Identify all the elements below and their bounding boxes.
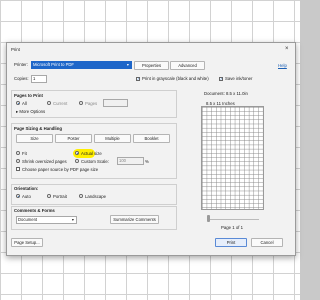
comments-select-value: Document [18,217,38,222]
actual-size-radio[interactable] [75,151,79,155]
portrait-radio[interactable] [47,194,51,198]
help-link[interactable]: Help [278,63,287,68]
custom-scale-input[interactable]: 100 [117,157,144,165]
grayscale-checkbox[interactable]: ✓ [136,77,140,81]
choose-paper-label: Choose paper source by PDF page size [22,166,99,172]
printer-select-value: Microsoft Print to PDF [33,62,74,67]
orientation-heading: Orientation: [14,186,39,191]
pages-radio[interactable] [79,101,83,105]
shrink-radio[interactable] [16,159,20,163]
all-pages-label: All [22,100,27,106]
percent-label: % [145,158,149,164]
page-indicator: Page 1 of 1 [221,225,243,230]
landscape-radio[interactable] [79,194,83,198]
current-page-label: Current [53,100,68,106]
page-slider-thumb[interactable] [207,215,210,222]
save-ink-checkbox[interactable]: ✓ [219,77,223,81]
copies-input[interactable]: 1 [31,75,47,83]
page-setup-button[interactable]: Page Setup... [11,238,43,247]
custom-scale-label: Custom Scale: [81,158,109,164]
close-icon[interactable]: × [285,46,289,52]
comments-select[interactable]: Document ▾ [16,216,77,224]
auto-orientation-label: Auto [22,193,31,199]
fit-label: Fit [22,150,27,156]
tab-multiple[interactable]: Multiple [94,134,131,143]
comments-heading: Comments & Forms [14,208,55,213]
tab-poster[interactable]: Poster [55,134,92,143]
pages-to-print-heading: Pages to Print [14,93,43,98]
printer-select[interactable]: Microsoft Print to PDF ▾ [31,61,132,69]
summarize-comments-button[interactable]: Summarize Comments [110,215,159,224]
custom-scale-radio[interactable] [75,159,79,163]
properties-button[interactable]: Properties [134,61,169,70]
shrink-label: Shrink oversized pages [22,158,67,164]
actual-size-label: Actual size [81,150,102,156]
advanced-button[interactable]: Advanced [170,61,205,70]
chevron-down-icon: ▾ [71,217,74,222]
landscape-label: Landscape [85,193,107,199]
portrait-label: Portrait [53,193,67,199]
more-options-toggle[interactable]: ▸ More Options [16,109,45,114]
document-size-label: Document: 8.5 x 11.0in [204,91,248,96]
chevron-down-icon: ▾ [126,62,129,67]
tab-booklet[interactable]: Booklet [133,134,170,143]
cancel-button[interactable]: Cancel [251,238,283,247]
copies-label: Copies: [14,76,29,81]
printer-label: Printer: [14,62,28,67]
page-sizing-heading: Page Sizing & Handling [14,126,62,131]
tab-size[interactable]: Size [16,134,53,143]
more-options-label: More Options [19,109,46,114]
all-pages-radio[interactable] [16,101,20,105]
choose-paper-checkbox[interactable] [16,167,20,171]
pages-range-input[interactable] [103,99,128,107]
page-slider-track [207,219,259,220]
fit-radio[interactable] [16,151,20,155]
grayscale-label: Print in grayscale (black and white) [142,76,209,81]
pages-label: Pages [85,100,98,106]
save-ink-label: Save ink/toner [225,76,253,81]
print-button[interactable]: Print [215,238,247,247]
current-page-radio[interactable] [47,101,51,105]
page-preview [201,106,264,210]
dialog-title: Print [11,47,20,52]
auto-orientation-radio[interactable] [16,194,20,198]
